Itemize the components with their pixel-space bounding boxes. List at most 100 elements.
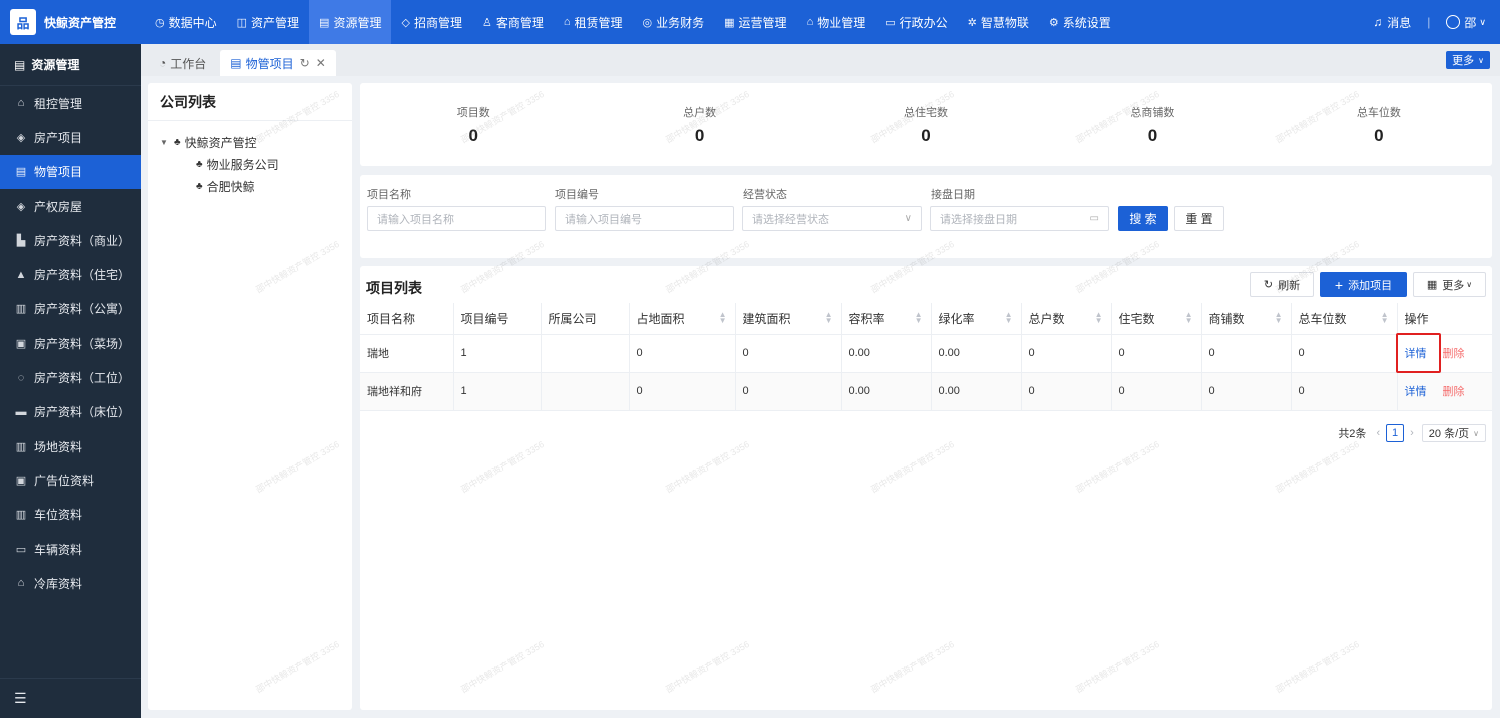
tabs-more-button[interactable]: 更多 ∨ xyxy=(1446,51,1490,69)
sidebar-item[interactable]: ◌ 房产资料（工位） xyxy=(0,360,141,394)
sort-icon[interactable]: ▲ ▼ xyxy=(915,311,923,325)
detail-link[interactable]: 详情 xyxy=(1405,386,1427,398)
tree-node-root[interactable]: ▼ ♣ 快鲸资产管控 xyxy=(148,131,352,153)
top-nav: ◷ 数据中心 ◫ 资产管理 ▤ 资源管理 ◇ 招商管理 ♙ 客商管理 ⌂ 租赁管理 ◎ 业务财务 ▦ 运营管理… xyxy=(145,0,1121,44)
stat-projects: 项目数 0 xyxy=(360,83,586,166)
project-name-input[interactable]: 请输入项目名称 xyxy=(367,206,546,231)
sidebar-item[interactable]: ▥ 场地资料 xyxy=(0,429,141,463)
brand-logo-icon: 品 xyxy=(10,9,36,35)
topnav-item[interactable]: ◷ 数据中心 xyxy=(145,0,227,44)
sidebar-item[interactable]: ▥ 车位资料 xyxy=(0,498,141,532)
user-name[interactable]: 邵 xyxy=(1464,14,1476,31)
takeover-date-picker[interactable]: 请选择接盘日期 ▭ xyxy=(930,206,1109,231)
sort-icon[interactable]: ▲ ▼ xyxy=(1185,311,1193,325)
sidebar-item[interactable]: ▣ 广告位资料 xyxy=(0,463,141,497)
status-select[interactable]: 请选择经营状态 ∨ xyxy=(742,206,922,231)
topnav-item[interactable]: ⌂ 租赁管理 xyxy=(554,0,633,44)
sort-icon[interactable]: ▲ ▼ xyxy=(1095,311,1103,325)
topnav-item[interactable]: ◫ 资产管理 xyxy=(227,0,309,44)
nav-icon: ♙ xyxy=(481,16,492,29)
menu-icon: ◌ xyxy=(17,371,25,384)
sort-icon[interactable]: ▲ ▼ xyxy=(719,311,727,325)
project-code-input[interactable]: 请输入项目编号 xyxy=(555,206,734,231)
avatar-icon[interactable] xyxy=(1446,15,1461,29)
sidebar-item-label: 房产资料（住宅） xyxy=(34,268,131,283)
sidebar-item[interactable]: ⌂ 冷库资料 xyxy=(0,566,141,600)
stat-households: 总户数 0 xyxy=(586,83,812,166)
tree-node-label: 物业服务公司 xyxy=(206,157,279,172)
sidebar-item[interactable]: ◈ 房产项目 xyxy=(0,120,141,154)
column-header-sortable[interactable]: 住宅数 ▲ ▼ xyxy=(1111,303,1202,335)
sidebar-item[interactable]: ▙ 房产资料（商业） xyxy=(0,223,141,257)
sidebar-menu: ⌂ 租控管理 ◈ 房产项目 ▤ 物管项目 ◈ 产权房屋 ▙ 房产资料（商业） ▲ 房产资料（住宅） ▥ 房… xyxy=(0,86,141,600)
topnav-item[interactable]: ▤ 资源管理 xyxy=(309,0,392,44)
tree-node-child[interactable]: ♣ 物业服务公司 xyxy=(148,153,352,175)
column-header-sortable[interactable]: 容积率 ▲ ▼ xyxy=(841,303,932,335)
sidebar-item[interactable]: ⌂ 租控管理 xyxy=(0,86,141,120)
tree-node-child[interactable]: ♣ 合肥快鲸 xyxy=(148,175,352,197)
chevron-down-icon: ∨ xyxy=(1473,428,1479,438)
next-page-icon[interactable]: › xyxy=(1410,427,1414,439)
column-header-label: 操作 xyxy=(1404,311,1429,326)
column-header-label: 容积率 xyxy=(848,311,885,326)
refresh-icon[interactable]: ↻ xyxy=(300,56,310,70)
sidebar-item[interactable]: ▲ 房产资料（住宅） xyxy=(0,257,141,291)
sort-icon[interactable]: ▲ ▼ xyxy=(1381,311,1389,325)
column-header-label: 商铺数 xyxy=(1208,311,1245,326)
bell-icon[interactable]: ♫ xyxy=(1373,15,1382,29)
topnav-item[interactable]: ♙ 客商管理 xyxy=(472,0,554,44)
column-header-sortable[interactable]: 总户数 ▲ ▼ xyxy=(1021,303,1112,335)
topnav-item[interactable]: ◇ 招商管理 xyxy=(391,0,471,44)
prev-page-icon[interactable]: ‹ xyxy=(1376,427,1380,439)
sidebar-item[interactable]: ▣ 房产资料（菜场） xyxy=(0,326,141,360)
sidebar-item-label: 房产资料（床位） xyxy=(34,405,131,420)
sidebar: ▤ 资源管理 ⌂ 租控管理 ◈ 房产项目 ▤ 物管项目 ◈ 产权房屋 ▙ 房产资料（商业） ▲ 房产资… xyxy=(0,44,141,718)
sidebar-collapse-icon[interactable]: ☰ xyxy=(0,678,141,718)
column-header-sortable[interactable]: 占地面积 ▲ ▼ xyxy=(629,303,736,335)
sidebar-item-label: 车位资料 xyxy=(34,508,83,523)
page-number[interactable]: 1 xyxy=(1386,424,1405,442)
sidebar-item[interactable]: ◈ 产权房屋 xyxy=(0,189,141,223)
sidebar-item[interactable]: ▥ 房产资料（公寓） xyxy=(0,292,141,326)
column-header-sortable[interactable]: 总车位数 ▲ ▼ xyxy=(1291,303,1398,335)
brand[interactable]: 品 快鲸资产管控 xyxy=(0,0,141,44)
topnav-item[interactable]: ⌂ 物业管理 xyxy=(797,0,876,44)
sort-icon[interactable]: ▲ ▼ xyxy=(1275,311,1283,325)
more-columns-button[interactable]: ▦ 更多 ∨ xyxy=(1413,272,1486,297)
reset-button[interactable]: 重 置 xyxy=(1174,206,1224,231)
search-button[interactable]: 搜 索 xyxy=(1118,206,1168,231)
sidebar-item[interactable]: ▤ 物管项目 xyxy=(0,154,141,189)
detail-link[interactable]: 详情 xyxy=(1405,348,1427,360)
topnav-item[interactable]: ⚙ 系统设置 xyxy=(1039,0,1121,44)
chevron-down-icon[interactable]: ∨ xyxy=(1479,17,1486,28)
sidebar-item[interactable]: ▭ 车辆资料 xyxy=(0,532,141,566)
delete-link[interactable]: 删除 xyxy=(1443,348,1465,360)
column-header-sortable[interactable]: 商铺数 ▲ ▼ xyxy=(1201,303,1292,335)
chevron-down-icon: ∨ xyxy=(904,213,912,224)
close-icon[interactable]: ✕ xyxy=(316,56,326,70)
sidebar-item[interactable]: ▬ 房产资料（床位） xyxy=(0,395,141,429)
caret-down-icon[interactable]: ▼ xyxy=(154,138,174,147)
topnav-item[interactable]: ▦ 运营管理 xyxy=(714,0,796,44)
stat-value: 0 xyxy=(921,126,931,145)
topnav-item[interactable]: ✲ 智慧物联 xyxy=(958,0,1039,44)
menu-icon: ▣ xyxy=(15,474,27,487)
page-size-select[interactable]: 20 条/页 ∨ xyxy=(1421,424,1486,442)
table-cell: 0.00 xyxy=(841,372,932,411)
delete-link[interactable]: 删除 xyxy=(1443,386,1465,398)
column-header-sortable[interactable]: 绿化率 ▲ ▼ xyxy=(931,303,1022,335)
column-header-sortable[interactable]: 建筑面积 ▲ ▼ xyxy=(735,303,842,335)
top-bar: 品 快鲸资产管控 ◷ 数据中心 ◫ 资产管理 ▤ 资源管理 ◇ 招商管理 ♙ 客商管理 ⌂ 租赁管理 ◎… xyxy=(0,0,1500,44)
sort-icon[interactable]: ▲ ▼ xyxy=(825,311,833,325)
messages-link[interactable]: 消息 xyxy=(1387,14,1411,31)
sort-icon[interactable]: ▲ ▼ xyxy=(1005,311,1013,325)
topnav-item[interactable]: ◎ 业务财务 xyxy=(633,0,715,44)
add-project-button[interactable]: + 添加项目 xyxy=(1320,272,1407,297)
column-header: 所属公司 xyxy=(541,303,630,335)
topnav-label: 智慧物联 xyxy=(980,15,1029,30)
table-cell xyxy=(541,334,630,373)
topnav-item[interactable]: ▭ 行政办公 xyxy=(875,0,957,44)
tab-workbench[interactable]: ◔ 工作台 xyxy=(149,50,216,76)
tab-property-projects[interactable]: ▤ 物管项目 ↻ ✕ xyxy=(220,50,336,76)
refresh-button[interactable]: ↻ 刷新 xyxy=(1250,272,1314,297)
